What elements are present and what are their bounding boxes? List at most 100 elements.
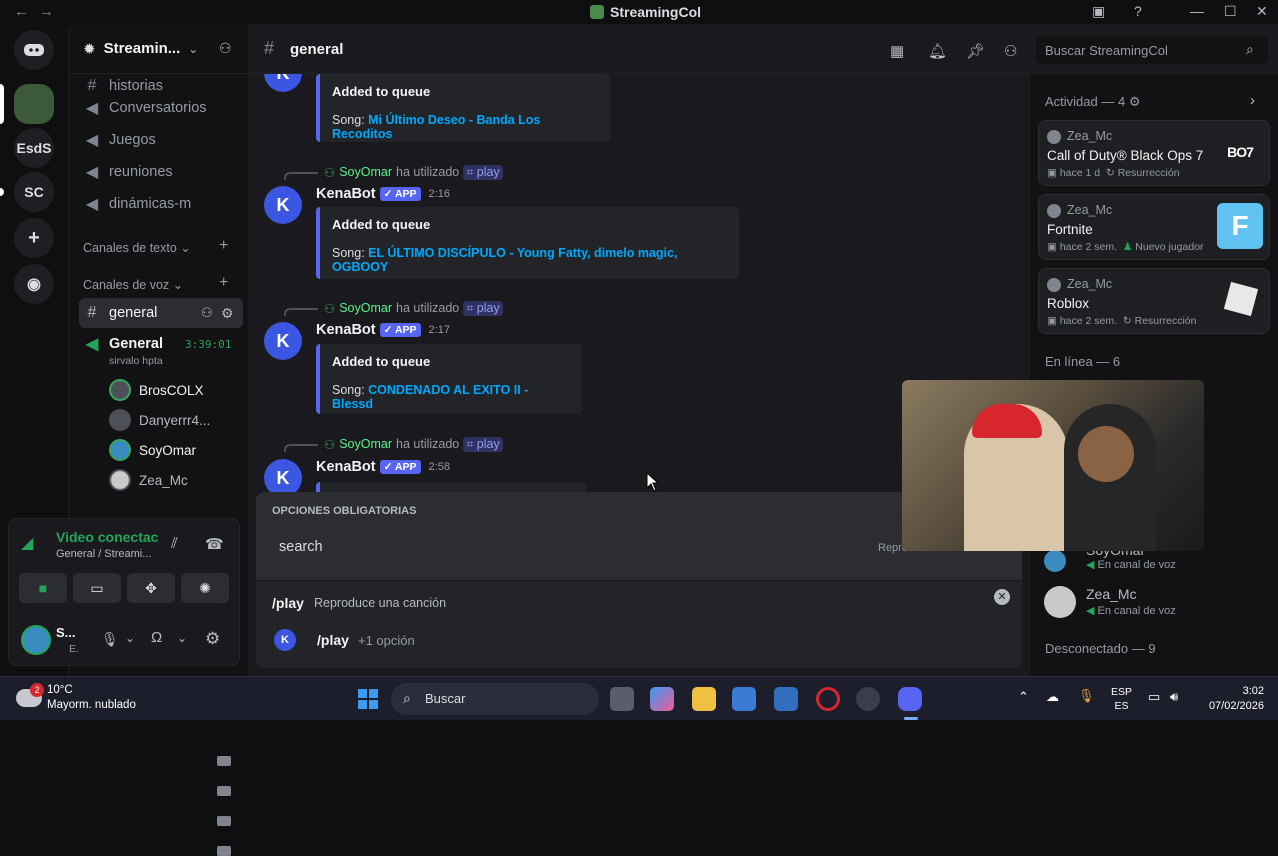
chevron-down-icon[interactable]: ⌄ [125,631,135,645]
history-nav[interactable]: ←→ [14,3,64,20]
channel-general-voice[interactable]: ◀ General 3:39:01 [79,330,243,358]
activity-card[interactable]: Zea_Mc Call of Duty® Black Ops 7 ▣ hace … [1038,120,1270,186]
bot-avatar[interactable]: K [264,322,302,360]
server-streamingcol[interactable] [14,84,54,124]
channel-title: general [290,41,344,58]
embed-song: Song: EL ÚLTIMO DISCÍPULO - Young Fatty,… [332,246,678,274]
command-input[interactable]: /play Reproduce una canción ✕ K /play +1… [256,580,1022,668]
close-button[interactable]: ✕ [1256,3,1268,20]
disconnect-icon[interactable]: ☎ [205,535,224,553]
headphones-icon[interactable]: Ω [151,629,162,646]
server-sc[interactable]: SC [14,172,54,212]
speaker-icon: ◀ [85,196,99,213]
threads-icon[interactable]: ▦ [890,42,904,60]
soundboard-button[interactable]: ✺ [181,573,229,603]
add-channel-icon[interactable]: + [219,274,228,292]
task-view-icon[interactable] [610,687,634,711]
copilot-icon[interactable] [650,687,674,711]
bot-avatar[interactable]: K [264,74,302,92]
activities-button[interactable]: ✥ [127,573,175,603]
voice-user[interactable]: Danyerrr4... [109,406,239,796]
noise-suppression-icon[interactable]: ⫽ [171,535,178,552]
author-name[interactable]: KenaBot [316,322,376,338]
network-icon[interactable]: ▭ [1148,689,1160,705]
volume-icon[interactable]: 🔊︎ [1170,689,1178,705]
hash-icon: # [87,304,97,321]
clock[interactable]: 3:02 07/02/2026 [1200,684,1264,714]
activity-meta: ▣ hace 1 d ↻ Resurrección [1047,167,1180,179]
embed-title: Added to queue [332,84,431,99]
bot-avatar[interactable]: K [264,186,302,224]
user-avatar[interactable] [21,625,51,655]
voice-user[interactable]: BrosCOLX [109,376,239,766]
opera-gx-icon[interactable] [856,687,880,711]
voice-user[interactable]: Zea_Mc [109,466,239,856]
song-link[interactable]: EL ÚLTIMO DISCÍPULO - Young Fatty, dimel… [332,246,677,274]
gear-icon[interactable]: ⚙ [221,305,234,322]
gear-icon[interactable]: ⚙ [205,629,220,649]
channel-reuniones[interactable]: ◀ reuniones [79,158,243,186]
discover-icon[interactable]: ◉ [14,264,54,304]
file-explorer-icon[interactable] [692,687,716,711]
store-icon[interactable] [732,687,756,711]
channel-dinamicas[interactable]: ◀ dinámicas-m [79,190,243,218]
microphone-icon[interactable]: 🎙︎ [1078,688,1095,704]
member-item[interactable]: Zea_Mc ◀ En canal de voz [1044,584,1264,620]
author-name[interactable]: KenaBot [316,459,376,475]
reply-user[interactable]: SoyOmar [339,301,392,315]
discord-taskbar-icon[interactable] [898,687,922,711]
bot-avatar[interactable]: K [264,459,302,492]
author-name[interactable]: KenaBot [316,186,376,202]
discord-home-icon[interactable] [14,30,54,70]
reply-user[interactable]: SoyOmar [339,437,392,451]
chevron-up-icon[interactable]: ⌃ [1018,689,1029,705]
taskbar: 2 10°C Mayorm. nublado ⌕ Buscar ⌃ ☁ 🎙︎ ES… [0,676,1278,720]
inbox-icon[interactable]: ▣ [1092,3,1105,20]
add-server-icon[interactable]: + [14,218,54,258]
channel-conversatorios[interactable]: ◀ Conversatorios [79,94,243,122]
app-favicon-icon [590,5,604,19]
command-chip[interactable]: ⌗ play [463,164,503,180]
add-channel-icon[interactable]: + [219,237,228,255]
member-list-icon[interactable]: ⚇ [1004,42,1017,60]
camera-button[interactable]: ■ [19,573,67,603]
language-indicator[interactable]: ESP ES [1111,685,1132,713]
taskbar-search[interactable]: ⌕ Buscar [391,683,599,715]
server-esds[interactable]: EsdS [14,128,54,168]
option-search[interactable]: search [279,539,323,555]
bell-icon[interactable]: 🔔︎ [928,42,947,60]
minimize-button[interactable]: — [1190,3,1204,19]
server-header[interactable]: ✹ Streamin... ⌄ ⚇ [69,24,249,74]
voice-status-label[interactable]: Video conectac [56,529,158,545]
voice-status: sirvalo hpta [109,355,163,367]
channel-juegos[interactable]: ◀ Juegos [79,126,243,154]
chevron-down-icon[interactable]: ⌄ [177,631,187,645]
reply-user[interactable]: SoyOmar [339,165,392,179]
help-icon[interactable]: ? [1134,3,1142,19]
close-icon[interactable]: ✕ [994,589,1010,605]
speaker-icon: ◀ [85,164,99,181]
activity-card[interactable]: Zea_Mc Fortnite ▣ hace 2 sem. ♟ Nuevo ju… [1038,194,1270,260]
search-input[interactable]: Buscar StreamingCol [1036,36,1268,64]
maximize-button[interactable]: ☐ [1224,3,1237,20]
channel-general-text[interactable]: # general ⚇ ⚙ [79,298,243,328]
activity-card[interactable]: Zea_Mc Roblox ▣ hace 2 sem. ↻ Resurrecci… [1038,268,1270,334]
screen-share-button[interactable]: ▭ [73,573,121,603]
invite-people-icon[interactable]: ⚇ [219,40,232,57]
category-voice[interactable]: Canales de voz ⌄ + [83,274,228,292]
microphone-icon[interactable]: 🎙︎ [101,631,119,648]
suggestion-command[interactable]: /play [317,632,349,648]
opera-icon[interactable] [816,687,840,711]
pin-icon[interactable]: 📌︎ [966,42,985,60]
command-chip[interactable]: ⌗ play [463,300,503,316]
cloud-icon[interactable]: ☁ [1046,689,1059,705]
activity-header[interactable]: Actividad — 4 ⚙ [1045,94,1140,110]
chevron-right-icon[interactable]: › [1250,92,1255,109]
command-chip[interactable]: ⌗ play [463,436,503,452]
category-text[interactable]: Canales de texto ⌄ + [83,237,228,255]
weather-widget[interactable]: 2 10°C Mayorm. nublado [16,683,146,715]
start-button[interactable] [358,689,378,709]
invite-icon[interactable]: ⚇ [201,305,213,321]
voice-user[interactable]: SoyOmar [109,436,239,826]
outlook-icon[interactable] [774,687,798,711]
